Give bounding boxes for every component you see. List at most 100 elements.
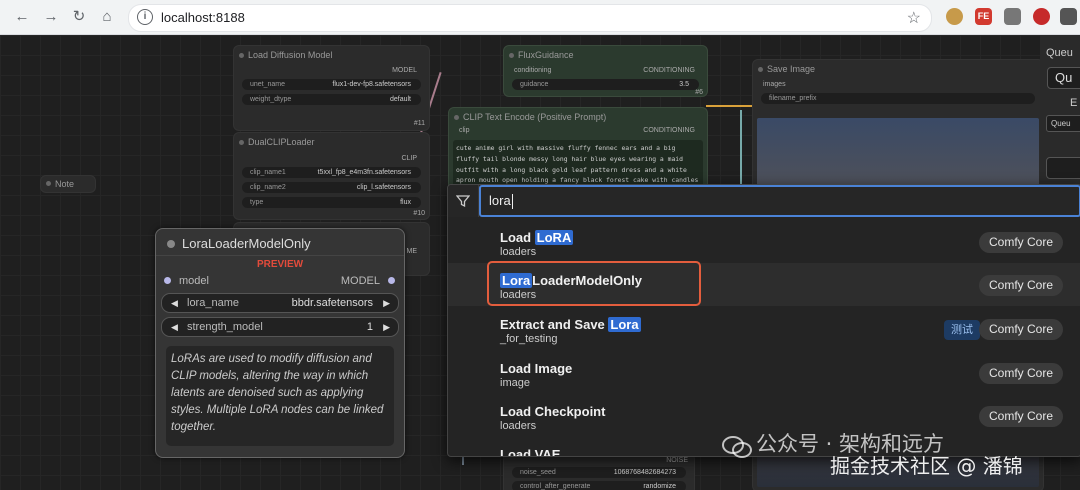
output-label: MODEL <box>340 275 380 287</box>
model-output-slot[interactable] <box>388 277 395 284</box>
node-title: FluxGuidance <box>518 50 574 60</box>
left-arrow-icon[interactable]: ◀ <box>171 294 178 312</box>
node-id: #6 <box>695 89 703 96</box>
search-result[interactable]: Load Image image Comfy Core <box>448 351 1080 394</box>
address-bar[interactable]: i localhost:8188 ☆ <box>128 4 932 32</box>
result-name: Load VAE <box>500 447 561 457</box>
clip-name2-widget[interactable]: clip_name2 clip_l.safetensors <box>242 182 421 193</box>
result-category: image <box>500 377 530 389</box>
widget-value: flux <box>400 199 411 206</box>
widget-label: weight_dtype <box>250 96 292 103</box>
output-label: NOISE <box>666 457 688 464</box>
widget-value: 3.5 <box>679 81 689 88</box>
result-name: Load Image <box>500 361 573 376</box>
queue-extra-button[interactable] <box>1046 157 1080 179</box>
weight-dtype-widget[interactable]: weight_dtype default <box>242 94 421 105</box>
widget-label: noise_seed <box>520 469 556 476</box>
note-node[interactable]: Note <box>40 175 96 193</box>
result-name: Load LoRA <box>500 230 574 245</box>
left-arrow-icon[interactable]: ◀ <box>171 318 178 336</box>
flux-guidance-node[interactable]: FluxGuidance conditioning CONDITIONING g… <box>503 45 708 97</box>
node-id: #11 <box>413 120 425 127</box>
camera-extension-icon[interactable] <box>1004 8 1021 25</box>
right-arrow-icon[interactable]: ▶ <box>383 318 390 336</box>
url-text: localhost:8188 <box>161 10 245 25</box>
output-label: CONDITIONING <box>643 127 695 134</box>
widget-value: bbdr.safetensors <box>291 297 373 309</box>
node-search-dialog[interactable]: lora Load LoRA loaders Comfy Core Lora Lo… <box>447 184 1080 457</box>
back-icon[interactable]: ← <box>12 7 32 27</box>
selection-highlight-box <box>487 261 701 306</box>
name-part: Extract and Save <box>500 317 609 332</box>
node-collapse-dot[interactable] <box>239 53 244 58</box>
guidance-widget[interactable]: guidance 3.5 <box>512 79 699 90</box>
right-arrow-icon[interactable]: ▶ <box>383 294 390 312</box>
puzzle-extension-icon[interactable] <box>1060 8 1077 25</box>
widget-value: clip_l.safetensors <box>356 184 411 191</box>
queue-button[interactable]: Qu <box>1047 67 1080 89</box>
match-highlight: LoRA <box>534 230 574 245</box>
widget-label: filename_prefix <box>769 95 817 102</box>
model-input-slot[interactable] <box>164 277 171 284</box>
sampler-node[interactable]: NOISE noise_seed 1068768482684273 control… <box>503 453 695 490</box>
widget-label: control_after_generate <box>520 483 591 490</box>
dual-clip-loader-node[interactable]: DualCLIPLoader CLIP clip_name1 t5xxl_fp8_… <box>233 132 430 220</box>
divider <box>156 255 404 256</box>
lora-name-widget[interactable]: ◀ lora_name bbdr.safetensors ▶ <box>161 293 399 313</box>
queue-mode-select[interactable]: Queu <box>1046 115 1080 132</box>
input-label: model <box>179 275 209 287</box>
widget-label: lora_name <box>187 297 239 309</box>
cookie-extension-icon[interactable] <box>946 8 963 25</box>
home-icon[interactable]: ⌂ <box>97 7 117 27</box>
node-collapse-dot[interactable] <box>167 240 175 248</box>
shield-extension-icon[interactable] <box>1033 8 1050 25</box>
result-category: loaders <box>500 420 537 432</box>
filename-prefix-widget[interactable]: filename_prefix <box>761 93 1035 104</box>
clip-name1-widget[interactable]: clip_name1 t5xxl_fp8_e4m3fn.safetensors <box>242 167 421 178</box>
node-collapse-dot[interactable] <box>454 115 459 120</box>
noise-seed-widget[interactable]: noise_seed 1068768482684273 <box>512 467 686 478</box>
search-bar: lora <box>448 185 1080 217</box>
forward-icon[interactable]: → <box>41 7 61 27</box>
node-title: LoraLoaderModelOnly <box>182 236 311 251</box>
lora-loader-preview-node[interactable]: LoraLoaderModelOnly PREVIEW model MODEL … <box>155 228 405 458</box>
control-after-generate-widget[interactable]: control_after_generate randomize <box>512 481 686 490</box>
match-highlight: Lora <box>608 317 641 332</box>
site-info-icon[interactable]: i <box>137 9 153 25</box>
output-label: MODEL <box>392 67 417 74</box>
type-widget[interactable]: type flux <box>242 197 421 208</box>
filter-icon[interactable] <box>448 185 479 217</box>
source-badge: Comfy Core <box>978 319 1063 340</box>
wechat-icon <box>722 434 752 458</box>
search-query: lora <box>489 193 511 208</box>
node-collapse-dot[interactable] <box>46 181 51 186</box>
input-label: images <box>763 81 786 88</box>
output-label: ME <box>406 248 418 255</box>
search-result[interactable]: Load LoRA loaders Comfy Core <box>448 220 1080 263</box>
search-input[interactable]: lora <box>479 185 1080 217</box>
queue-label: Queu <box>1046 47 1073 59</box>
reload-icon[interactable]: ↻ <box>69 7 89 27</box>
wire <box>706 105 752 107</box>
output-label: CLIP <box>401 155 417 162</box>
extra-options-label: E <box>1070 97 1078 109</box>
strength-model-widget[interactable]: ◀ strength_model 1 ▶ <box>161 317 399 337</box>
preview-label: PREVIEW <box>256 259 304 270</box>
widget-value: 1068768482684273 <box>613 469 676 476</box>
bookmark-star-icon[interactable]: ☆ <box>907 8 921 28</box>
search-result[interactable]: Extract and Save Lora _for_testing 测试 Co… <box>448 307 1080 350</box>
widget-label: clip_name1 <box>250 169 286 176</box>
node-collapse-dot[interactable] <box>239 140 244 145</box>
node-description: LoRAs are used to modify diffusion and C… <box>166 346 394 446</box>
widget-value: 1 <box>366 321 373 333</box>
result-name: Load Checkpoint <box>500 404 606 419</box>
widget-value: randomize <box>643 483 676 490</box>
fe-extension-icon[interactable]: FE <box>975 8 992 25</box>
node-collapse-dot[interactable] <box>509 53 514 58</box>
node-collapse-dot[interactable] <box>758 67 763 72</box>
unet-name-widget[interactable]: unet_name flux1-dev-fp8.safetensors <box>242 79 421 90</box>
text-cursor <box>511 194 513 210</box>
widget-value: flux1-dev-fp8.safetensors <box>332 81 411 88</box>
load-diffusion-node[interactable]: Load Diffusion Model MODEL unet_name flux… <box>233 45 430 131</box>
node-title: Save Image <box>767 64 816 74</box>
